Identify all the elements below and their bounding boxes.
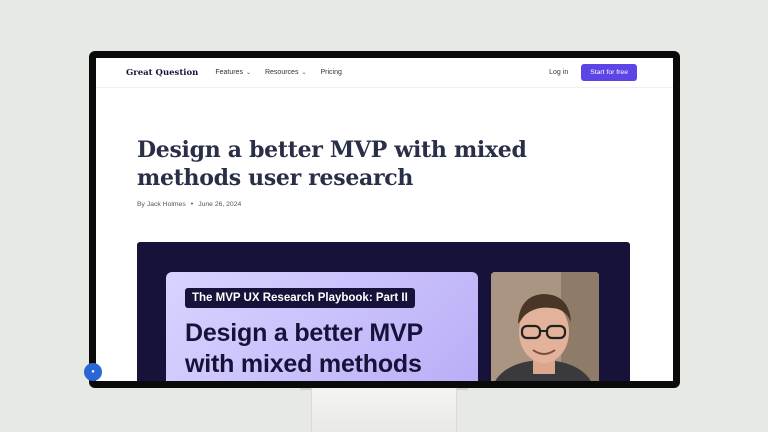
nav-resources[interactable]: Resources ⌄ bbox=[265, 69, 307, 76]
site-logo[interactable]: Great Question bbox=[126, 68, 198, 78]
chevron-down-icon: ⌄ bbox=[301, 70, 307, 76]
start-free-button[interactable]: Start for free bbox=[581, 64, 637, 81]
author-portrait-icon bbox=[491, 272, 599, 381]
author-portrait-photo bbox=[491, 272, 599, 381]
monitor-stand bbox=[311, 388, 457, 432]
hero-image: The MVP UX Research Playbook: Part II De… bbox=[137, 242, 630, 381]
nav-resources-label: Resources bbox=[264, 69, 299, 76]
article-date: June 26, 2024 bbox=[198, 201, 242, 208]
monitor-frame: Great Question Features ⌄ Resources ⌄ Pr… bbox=[84, 51, 680, 388]
browser-screen: Great Question Features ⌄ Resources ⌄ Pr… bbox=[96, 58, 673, 381]
top-navigation: Great Question Features ⌄ Resources ⌄ Pr… bbox=[96, 58, 673, 88]
accessibility-icon[interactable]: ● bbox=[84, 363, 102, 381]
hero-card: The MVP UX Research Playbook: Part II De… bbox=[166, 272, 478, 381]
article-meta: By Jack Holmes • June 26, 2024 bbox=[137, 201, 241, 208]
login-link[interactable]: Log in bbox=[549, 69, 568, 76]
hero-badge: The MVP UX Research Playbook: Part II bbox=[185, 288, 415, 308]
article-author: By Jack Holmes bbox=[137, 201, 186, 208]
nav-features[interactable]: Features ⌄ bbox=[215, 69, 251, 76]
hero-card-title: Design a better MVP with mixed methods u… bbox=[185, 319, 423, 378]
meta-separator: • bbox=[190, 201, 194, 208]
article-title: Design a better MVP with mixed methods u… bbox=[137, 137, 527, 191]
chevron-down-icon: ⌄ bbox=[245, 70, 251, 76]
nav-features-label: Features bbox=[215, 69, 243, 76]
nav-pricing[interactable]: Pricing bbox=[320, 69, 341, 76]
